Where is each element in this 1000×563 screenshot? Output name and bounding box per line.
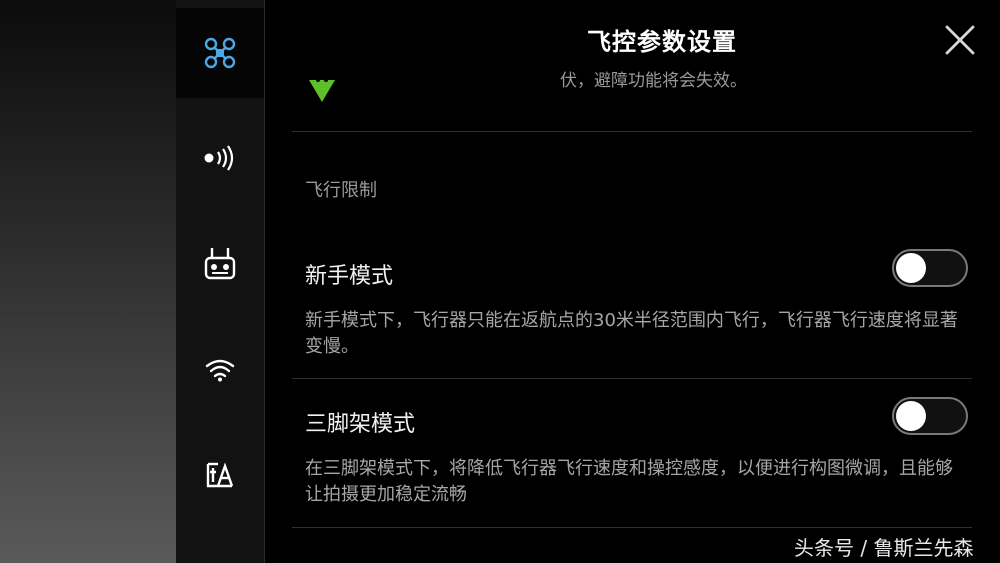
sidebar-item-remote[interactable] bbox=[176, 218, 264, 308]
page-title: 飞控参数设置 bbox=[587, 28, 737, 56]
wifi-icon bbox=[205, 359, 235, 382]
sidebar-item-wifi[interactable] bbox=[176, 325, 264, 415]
app-root: 飞控参数设置 伏，避障功能将会失效。 飞行限制 新手模式 新手模式下，飞行器只能… bbox=[0, 0, 1000, 563]
section-label-flight-limits: 飞行限制 bbox=[305, 180, 377, 201]
divider bbox=[292, 131, 972, 132]
drone-icon bbox=[204, 37, 236, 69]
beginner-mode-title: 新手模式 bbox=[305, 264, 394, 289]
beginner-mode-toggle[interactable] bbox=[892, 249, 968, 287]
close-icon bbox=[945, 25, 975, 55]
sidebar-item-aircraft[interactable] bbox=[176, 8, 264, 98]
signal-icon bbox=[204, 145, 234, 171]
divider bbox=[292, 378, 972, 379]
sidebar-item-sensing[interactable] bbox=[176, 113, 264, 203]
tripod-mode-description: 在三脚架模式下，将降低飞行器飞行速度和操控感度，以便进行构图微调，且能够让拍摄更… bbox=[305, 458, 953, 505]
settings-sidebar bbox=[176, 0, 265, 563]
toggle-knob bbox=[896, 253, 926, 283]
watermark: 头条号 / 鲁斯兰先森 bbox=[794, 536, 974, 560]
beginner-mode-description: 新手模式下，飞行器只能在返航点的30米半径范围内飞行，飞行器飞行速度将显著变慢。 bbox=[305, 310, 958, 357]
tripod-mode-title: 三脚架模式 bbox=[305, 412, 416, 437]
settings-panel: 飞控参数设置 伏，避障功能将会失效。 飞行限制 新手模式 新手模式下，飞行器只能… bbox=[266, 0, 1000, 563]
close-button[interactable] bbox=[942, 22, 978, 58]
sidebar-item-general[interactable] bbox=[176, 430, 264, 520]
text-sign-icon bbox=[206, 462, 234, 488]
clipped-description: 伏，避障功能将会失效。 bbox=[560, 71, 747, 91]
toggle-knob bbox=[896, 401, 926, 431]
divider bbox=[292, 527, 972, 528]
arrow-down-icon bbox=[309, 78, 335, 102]
clipped-setting-row: 伏，避障功能将会失效。 bbox=[292, 60, 972, 132]
remote-controller-icon bbox=[204, 248, 236, 280]
tripod-mode-toggle[interactable] bbox=[892, 397, 968, 435]
left-background bbox=[0, 0, 176, 563]
